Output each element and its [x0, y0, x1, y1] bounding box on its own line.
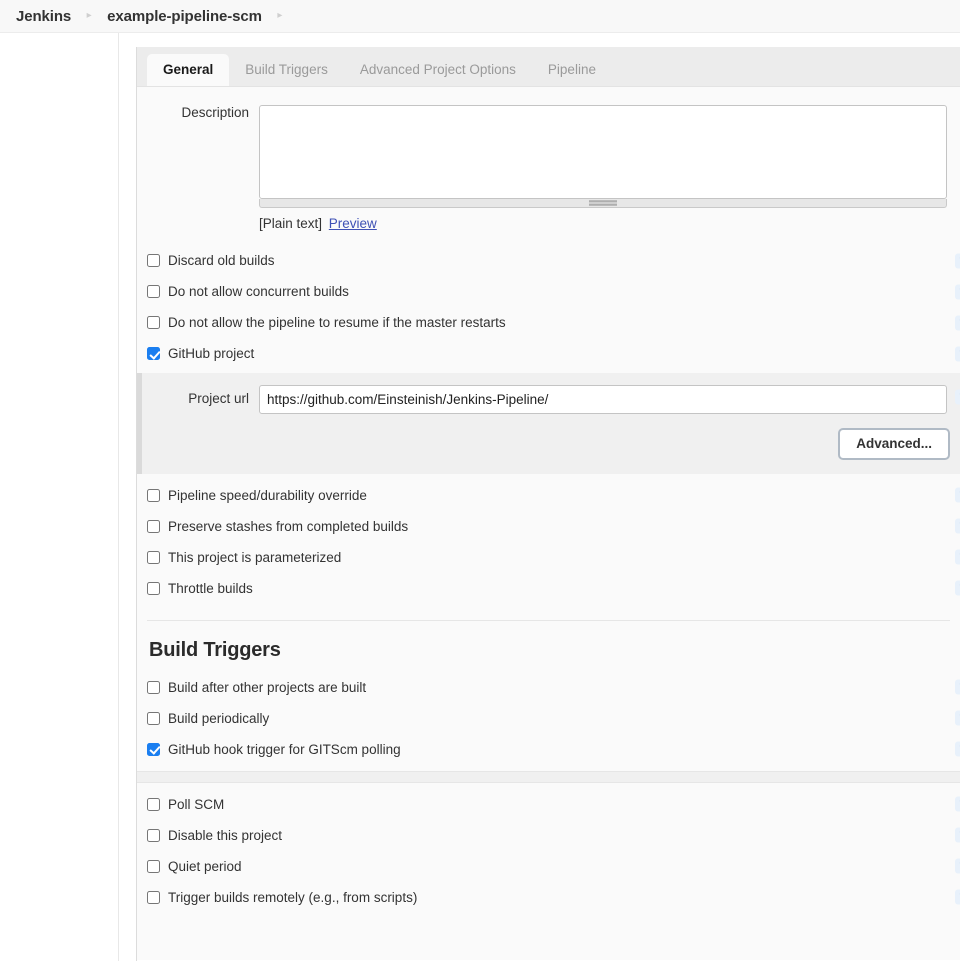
checkbox-row-pipeline-speed-durability[interactable]: Pipeline speed/durability override ? [137, 480, 960, 511]
checkbox-row-build-after-other-projects[interactable]: Build after other projects are built ? [137, 672, 960, 703]
advanced-button[interactable]: Advanced... [838, 428, 950, 460]
checkbox-label-trigger-builds-remotely[interactable]: Trigger builds remotely (e.g., from scri… [168, 890, 417, 905]
breadcrumb-separator-icon: ▸ [86, 10, 92, 21]
build-triggers-group-one: Build after other projects are built ? B… [137, 668, 960, 765]
checkbox-build-after-other-projects[interactable] [147, 680, 160, 694]
checkbox-disable-this-project[interactable] [147, 828, 160, 842]
help-icon[interactable]: ? [955, 346, 960, 361]
checkbox-build-periodically[interactable] [147, 711, 160, 725]
checkbox-throttle-builds[interactable] [147, 581, 160, 595]
checkbox-row-build-periodically[interactable]: Build periodically ? [137, 703, 960, 734]
checkbox-row-github-hook-trigger[interactable]: GitHub hook trigger for GITScm polling ? [137, 734, 960, 765]
checkbox-no-resume-on-master-restart[interactable] [147, 316, 160, 329]
checkbox-discard-old-builds[interactable] [147, 254, 160, 267]
breadcrumb-item-project[interactable]: example-pipeline-scm [103, 8, 266, 25]
general-checkbox-group: Discard old builds ? Do not allow concur… [137, 231, 960, 369]
checkbox-label-disable-this-project[interactable]: Disable this project [168, 828, 282, 843]
checkbox-label-poll-scm[interactable]: Poll SCM [168, 797, 224, 812]
checkbox-project-parameterized[interactable] [147, 550, 160, 564]
checkbox-row-preserve-stashes[interactable]: Preserve stashes from completed builds ? [137, 511, 960, 542]
tab-pipeline[interactable]: Pipeline [532, 54, 612, 87]
checkbox-row-quiet-period[interactable]: Quiet period ? [137, 851, 960, 882]
checkbox-label-no-concurrent-builds[interactable]: Do not allow concurrent builds [168, 284, 349, 299]
checkbox-row-throttle-builds[interactable]: Throttle builds ? [137, 573, 960, 604]
preview-link[interactable]: Preview [329, 216, 377, 231]
config-tab-bar: General Build Triggers Advanced Project … [137, 47, 960, 87]
checkbox-row-disable-this-project[interactable]: Disable this project ? [137, 820, 960, 851]
checkbox-row-github-project[interactable]: GitHub project ? [137, 338, 960, 369]
breadcrumb-dropdown-icon[interactable]: ▸ [266, 11, 294, 21]
project-url-input[interactable] [259, 385, 947, 414]
description-meta: [Plain text] Preview [259, 216, 960, 231]
help-icon[interactable]: ? [955, 315, 960, 330]
breadcrumb-item-jenkins[interactable]: Jenkins [12, 8, 75, 25]
checkbox-github-hook-trigger[interactable] [147, 742, 160, 756]
help-icon[interactable]: ? [955, 253, 960, 268]
help-icon[interactable]: ? [955, 827, 960, 843]
help-icon[interactable]: ? [955, 389, 960, 405]
help-icon[interactable]: ? [955, 518, 960, 534]
help-icon[interactable]: ? [955, 679, 960, 695]
tab-build-triggers[interactable]: Build Triggers [229, 54, 344, 87]
page-body: General Build Triggers Advanced Project … [0, 33, 960, 961]
help-icon[interactable]: ? [955, 549, 960, 565]
checkbox-label-no-resume-on-master-restart[interactable]: Do not allow the pipeline to resume if t… [168, 315, 506, 330]
checkbox-row-no-concurrent-builds[interactable]: Do not allow concurrent builds ? [137, 276, 960, 307]
help-icon[interactable]: ? [955, 889, 960, 905]
checkbox-github-project[interactable] [147, 347, 160, 360]
checkbox-label-throttle-builds[interactable]: Throttle builds [168, 581, 253, 596]
checkbox-preserve-stashes[interactable] [147, 519, 160, 533]
help-icon[interactable]: ? [955, 858, 960, 874]
general-checkbox-group-lower: Pipeline speed/durability override ? Pre… [137, 474, 960, 604]
description-row: Description [Plain text] Preview [137, 87, 960, 231]
checkbox-row-no-resume-on-master-restart[interactable]: Do not allow the pipeline to resume if t… [137, 307, 960, 338]
project-url-row: Project url ? [142, 385, 960, 414]
github-advanced-actions: Advanced... [142, 428, 960, 460]
checkbox-poll-scm[interactable] [147, 797, 160, 811]
checkbox-trigger-builds-remotely[interactable] [147, 890, 160, 904]
resize-grip-icon [589, 200, 617, 206]
description-resize-handle[interactable] [259, 199, 947, 208]
checkbox-label-github-hook-trigger[interactable]: GitHub hook trigger for GITScm polling [168, 742, 401, 757]
checkbox-no-concurrent-builds[interactable] [147, 285, 160, 298]
checkbox-label-quiet-period[interactable]: Quiet period [168, 859, 242, 874]
checkbox-label-discard-old-builds[interactable]: Discard old builds [168, 253, 275, 268]
description-input[interactable] [259, 105, 947, 199]
build-triggers-group-two: Poll SCM ? Disable this project ? Quiet … [137, 783, 960, 913]
checkbox-label-preserve-stashes[interactable]: Preserve stashes from completed builds [168, 519, 408, 534]
checkbox-label-build-after-other-projects[interactable]: Build after other projects are built [168, 680, 366, 695]
github-project-settings: Project url ? Advanced... [137, 373, 960, 474]
checkbox-label-pipeline-speed-durability[interactable]: Pipeline speed/durability override [168, 488, 367, 503]
side-panel-rule [118, 33, 119, 961]
checkbox-row-discard-old-builds[interactable]: Discard old builds ? [137, 245, 960, 276]
checkbox-label-github-project[interactable]: GitHub project [168, 346, 254, 361]
trigger-group-separator-band [137, 770, 960, 783]
checkbox-quiet-period[interactable] [147, 859, 160, 873]
breadcrumb: Jenkins ▸ example-pipeline-scm ▸ [0, 0, 960, 33]
help-icon[interactable]: ? [955, 741, 960, 757]
help-icon[interactable]: ? [955, 487, 960, 503]
config-form-card: General Build Triggers Advanced Project … [136, 47, 960, 961]
general-section: Description [Plain text] Preview Discard… [137, 87, 960, 960]
checkbox-label-build-periodically[interactable]: Build periodically [168, 711, 269, 726]
checkbox-row-project-parameterized[interactable]: This project is parameterized ? [137, 542, 960, 573]
help-icon[interactable]: ? [955, 710, 960, 726]
plain-text-note: [Plain text] [259, 216, 323, 231]
help-icon[interactable]: ? [955, 796, 960, 812]
description-label: Description [181, 105, 249, 120]
tab-advanced-project-options[interactable]: Advanced Project Options [344, 54, 532, 87]
help-icon[interactable]: ? [955, 580, 960, 596]
help-icon[interactable]: ? [955, 284, 960, 299]
checkbox-row-poll-scm[interactable]: Poll SCM ? [137, 789, 960, 820]
checkbox-label-project-parameterized[interactable]: This project is parameterized [168, 550, 341, 565]
project-url-label: Project url [188, 391, 249, 407]
checkbox-pipeline-speed-durability[interactable] [147, 488, 160, 502]
checkbox-row-trigger-builds-remotely[interactable]: Trigger builds remotely (e.g., from scri… [137, 882, 960, 913]
tab-general[interactable]: General [147, 53, 230, 86]
build-triggers-heading: Build Triggers [149, 638, 281, 661]
